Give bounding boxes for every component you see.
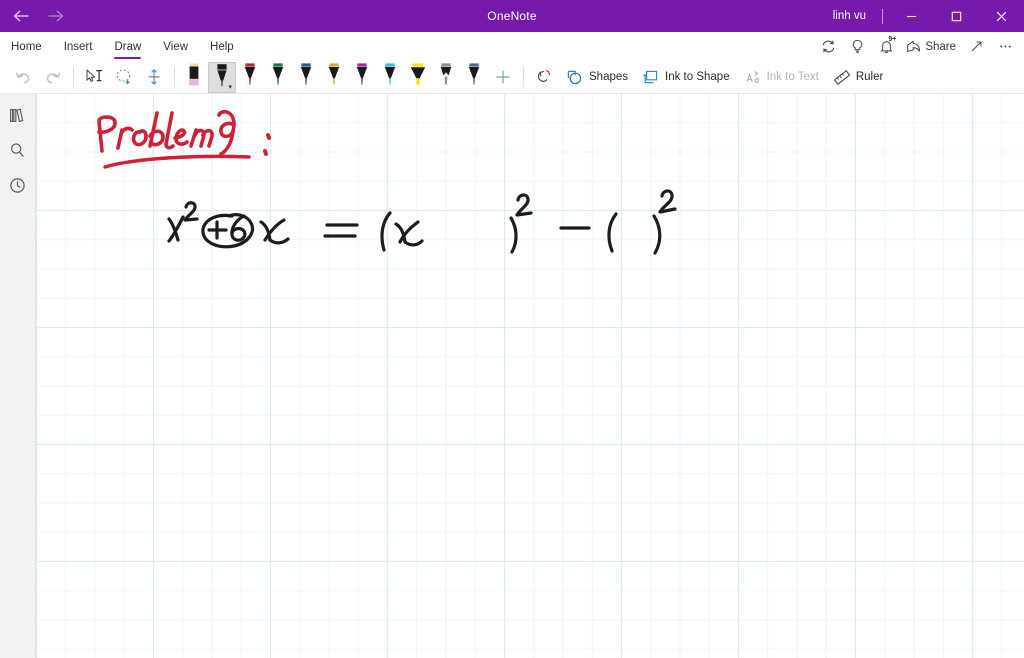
tool-pen-gold[interactable] — [320, 62, 348, 93]
tool-pen-green[interactable] — [264, 62, 292, 93]
toolbar-divider-2 — [174, 67, 175, 87]
ink-replay-icon[interactable] — [529, 63, 559, 92]
ink-strokes — [97, 109, 677, 255]
close-button[interactable] — [979, 0, 1024, 32]
lightbulb-icon[interactable] — [843, 34, 871, 60]
tool-pen-red[interactable] — [236, 62, 264, 93]
type-select-icon[interactable] — [79, 63, 109, 92]
ink-layer — [36, 94, 1024, 658]
tab-draw[interactable]: Draw — [103, 32, 152, 61]
sidebar-item-recent-notes[interactable] — [2, 170, 34, 200]
redo-button[interactable] — [38, 63, 68, 92]
forward-icon[interactable] — [40, 2, 70, 30]
navigation-buttons — [0, 2, 70, 30]
account-name[interactable]: linh vu — [823, 10, 876, 22]
toolbar-divider-1 — [73, 67, 74, 87]
sidebar-item-search[interactable] — [2, 135, 34, 165]
lasso-select-icon[interactable] — [109, 63, 139, 92]
ink-to-text-label: Ink to Text — [766, 71, 819, 83]
tab-view[interactable]: View — [152, 32, 199, 61]
add-pen-icon[interactable] — [488, 63, 518, 92]
tool-pencil-grey[interactable] — [432, 62, 460, 93]
ruler-button[interactable]: Ruler — [826, 63, 890, 92]
tab-home[interactable]: Home — [0, 32, 53, 61]
tool-pen-steel-blue[interactable] — [460, 62, 488, 93]
ink-to-text-button[interactable]: Ink to Text — [737, 63, 826, 92]
draw-toolbar: ▾ Shapes Ink to Shape Ink to Text Ruler — [0, 61, 1024, 94]
share-label: Share — [925, 40, 956, 53]
tab-insert[interactable]: Insert — [53, 32, 104, 61]
minimize-button[interactable] — [889, 0, 934, 32]
share-button[interactable]: Share — [901, 34, 961, 60]
restore-button[interactable] — [934, 0, 979, 32]
expand-icon[interactable] — [962, 34, 990, 60]
ink-to-shape-button[interactable]: Ink to Shape — [635, 63, 737, 92]
left-sidebar — [0, 94, 36, 658]
insert-space-icon[interactable] — [139, 63, 169, 92]
shapes-button[interactable]: Shapes — [559, 63, 635, 92]
onenote-window: OneNote linh vu Home Insert Draw View He… — [0, 0, 1024, 658]
more-options-icon[interactable] — [991, 34, 1019, 60]
back-icon[interactable] — [6, 2, 36, 30]
tool-pen-blue[interactable] — [292, 62, 320, 93]
tab-help[interactable]: Help — [199, 32, 245, 61]
notifications-icon[interactable]: 9+ — [872, 34, 900, 60]
body-area — [0, 94, 1024, 658]
tool-highlighter-cyan[interactable] — [376, 62, 404, 93]
sidebar-item-notebooks[interactable] — [2, 100, 34, 130]
note-canvas[interactable] — [36, 94, 1024, 658]
ink-equation — [167, 189, 677, 255]
title-bar: OneNote linh vu — [0, 0, 1024, 32]
ribbon-right-actions: 9+ Share — [814, 32, 1024, 61]
ruler-label: Ruler — [855, 71, 884, 83]
tool-eraser[interactable] — [180, 62, 208, 93]
tool-pen-black[interactable]: ▾ — [208, 61, 236, 93]
toolbar-divider-3 — [523, 67, 524, 87]
undo-button[interactable] — [8, 63, 38, 92]
ink-heading-problem-9 — [97, 109, 271, 169]
notification-badge: 9+ — [888, 35, 897, 43]
tool-highlighter-yellow[interactable] — [404, 62, 432, 93]
sync-icon[interactable] — [814, 34, 842, 60]
account-separator — [882, 8, 883, 24]
ribbon-tab-bar: Home Insert Draw View Help 9+ Share — [0, 32, 1024, 61]
pen-options-chevron-down-icon[interactable]: ▾ — [228, 84, 232, 91]
tool-pen-magenta[interactable] — [348, 62, 376, 93]
title-bar-right: linh vu — [823, 0, 1024, 32]
shapes-label: Shapes — [589, 71, 629, 83]
ink-to-shape-label: Ink to Shape — [665, 71, 730, 83]
